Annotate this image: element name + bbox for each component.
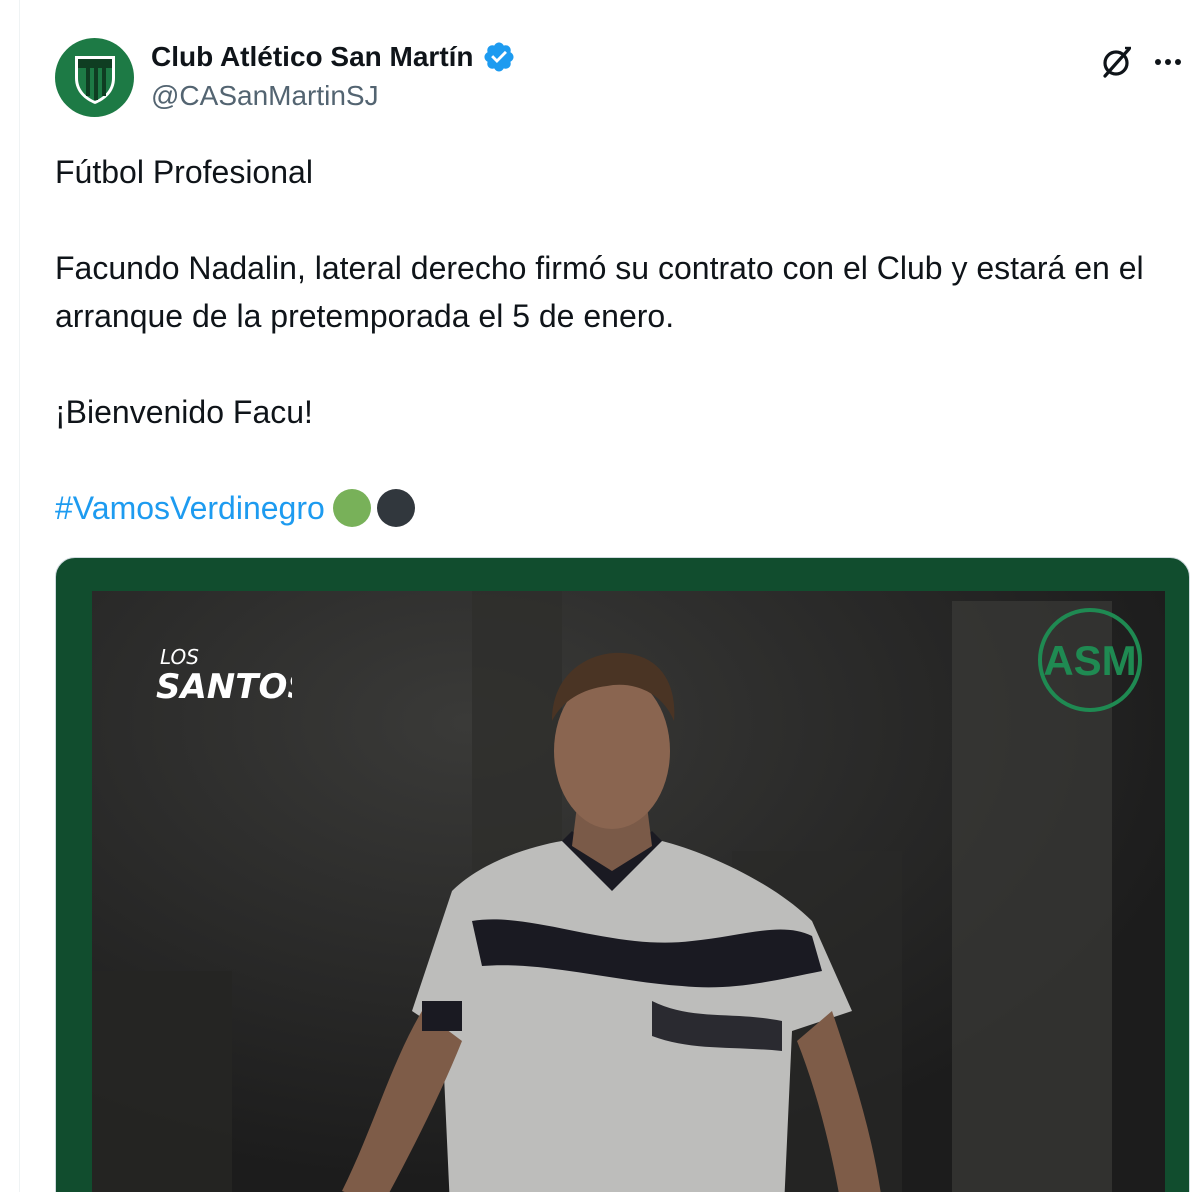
post-container[interactable]: Club Atlético San Martín @CASanMartinSJ … bbox=[0, 0, 1200, 1192]
post-text-line1: Fútbol Profesional bbox=[55, 154, 313, 190]
author-avatar[interactable] bbox=[55, 38, 134, 117]
post-media-photo[interactable]: LOS SANTOS ASM bbox=[55, 557, 1190, 1192]
author-name[interactable]: Club Atlético San Martín bbox=[151, 41, 474, 73]
los-santos-logo-text-top: LOS bbox=[160, 645, 199, 669]
asm-crest-logo: ASM bbox=[1038, 608, 1142, 712]
asm-crest-text: ASM bbox=[1043, 637, 1136, 684]
verified-badge-icon bbox=[484, 42, 514, 72]
post-text-paragraph3: ¡Bienvenido Facu! bbox=[55, 394, 313, 430]
photo-content: LOS SANTOS ASM bbox=[92, 591, 1165, 1192]
los-santos-logo: LOS SANTOS bbox=[156, 645, 292, 707]
grok-slash-icon[interactable] bbox=[1097, 42, 1137, 82]
green-circle-emoji bbox=[332, 489, 371, 527]
club-crest-icon bbox=[74, 55, 115, 104]
timeline-border bbox=[19, 0, 20, 1192]
more-horizontal-icon[interactable] bbox=[1150, 44, 1186, 80]
hashtag-line: #VamosVerdinegro bbox=[55, 484, 1185, 532]
los-santos-logo-text-bottom: SANTOS bbox=[156, 667, 292, 707]
author-handle[interactable]: @CASanMartinSJ bbox=[151, 80, 379, 112]
hashtag-link[interactable]: #VamosVerdinegro bbox=[55, 484, 325, 532]
post-text: Fútbol Profesional Facundo Nadalin, late… bbox=[55, 148, 1185, 532]
post-text-paragraph2: Facundo Nadalin, lateral derecho firmó s… bbox=[55, 250, 1144, 334]
author-name-link[interactable]: Club Atlético San Martín bbox=[151, 40, 516, 74]
black-circle-emoji bbox=[376, 489, 415, 527]
